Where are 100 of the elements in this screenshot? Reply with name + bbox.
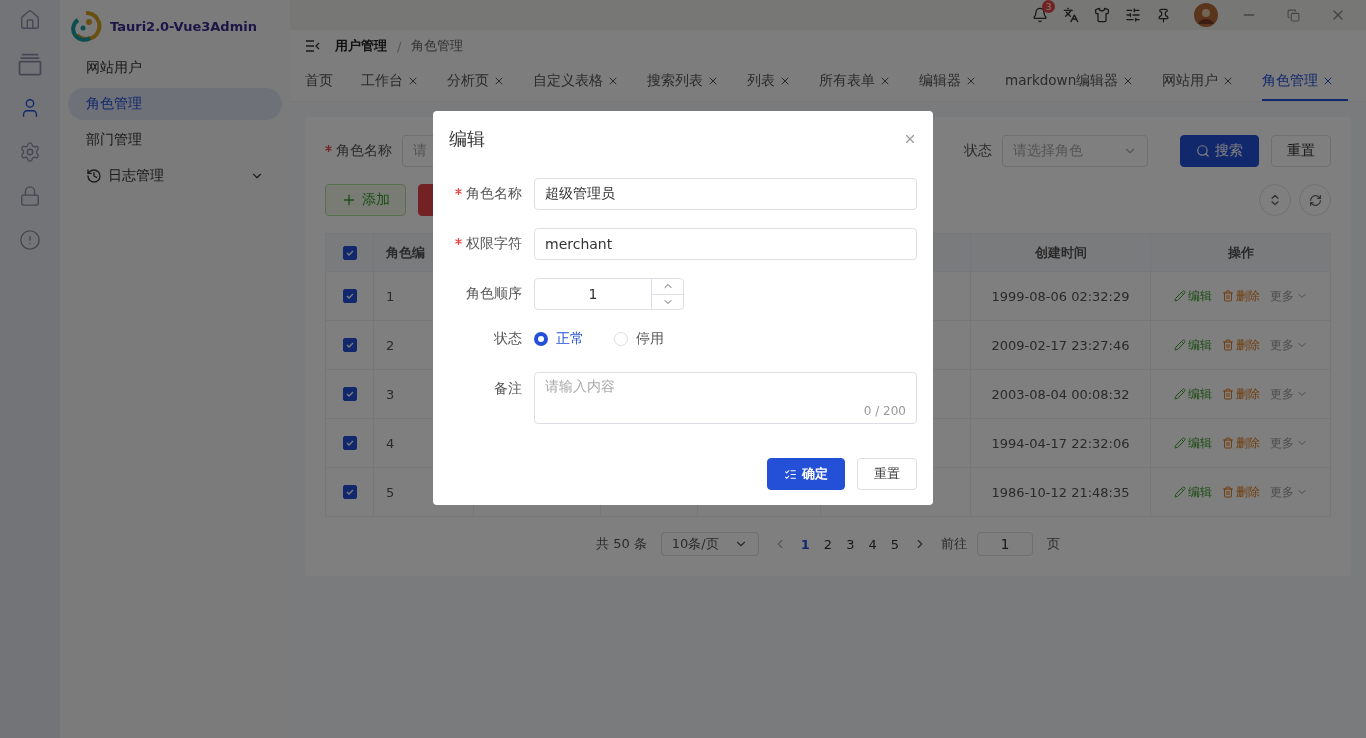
- pencil-icon: [1173, 437, 1186, 449]
- column-header: 操作: [1151, 234, 1331, 272]
- page-number[interactable]: 1: [800, 536, 810, 552]
- row-checkbox[interactable]: [342, 338, 357, 352]
- tab[interactable]: 自定义表格: [533, 62, 633, 101]
- text-input[interactable]: 超级管理员: [534, 178, 917, 210]
- delete-link[interactable]: 删除: [1221, 385, 1260, 403]
- select-all-checkbox[interactable]: [342, 245, 357, 260]
- edit-link[interactable]: 编辑: [1173, 483, 1212, 501]
- row-checkbox[interactable]: [342, 387, 357, 401]
- window-stack-icon[interactable]: [16, 52, 44, 76]
- goto-label: 前往: [941, 535, 967, 553]
- delete-link[interactable]: 删除: [1221, 434, 1260, 452]
- tab[interactable]: markdown编辑器: [1005, 62, 1149, 101]
- tab[interactable]: 编辑器: [919, 62, 991, 101]
- page-input[interactable]: 1: [977, 532, 1033, 556]
- row-checkbox[interactable]: [342, 485, 357, 499]
- tab[interactable]: 搜索列表: [647, 62, 733, 101]
- tab[interactable]: 角色管理: [1262, 62, 1349, 101]
- number-input[interactable]: 1: [534, 278, 684, 310]
- trash-icon: [1221, 339, 1234, 351]
- shirt-icon[interactable]: [1094, 7, 1110, 23]
- edit-link[interactable]: 编辑: [1173, 287, 1212, 305]
- row-checkbox[interactable]: [342, 436, 357, 450]
- total-count: 共 50 条: [596, 535, 647, 553]
- delete-link[interactable]: 删除: [1221, 483, 1260, 501]
- avatar[interactable]: [1194, 3, 1218, 27]
- search-icon: [1196, 144, 1210, 158]
- breadcrumb-separator: /: [397, 38, 402, 54]
- check-icon: [344, 291, 355, 301]
- radio-option[interactable]: 停用: [614, 330, 664, 348]
- table-cell: 1986-10-12 21:48:35: [971, 468, 1151, 517]
- check-icon: [344, 340, 355, 350]
- check-icon: [344, 438, 355, 448]
- page-number[interactable]: 5: [890, 536, 899, 552]
- close-icon[interactable]: [903, 132, 917, 146]
- edit-link[interactable]: 编辑: [1173, 434, 1212, 452]
- table-cell: 1994-04-17 22:32:06: [971, 419, 1151, 468]
- add-button[interactable]: 添加: [325, 184, 406, 216]
- collapse-menu-icon[interactable]: [305, 40, 321, 52]
- tab[interactable]: 首页: [305, 62, 347, 101]
- check-icon: [344, 487, 355, 497]
- delete-link[interactable]: 删除: [1221, 336, 1260, 354]
- pencil-icon: [1173, 290, 1186, 302]
- confirm-button[interactable]: 确定: [767, 458, 845, 490]
- notification-button[interactable]: [1032, 7, 1048, 23]
- field-label: 状态: [964, 142, 993, 160]
- refresh-icon: [1308, 193, 1322, 207]
- pin-icon[interactable]: [1156, 7, 1171, 23]
- table-cell: 2009-02-17 23:27:46: [971, 321, 1151, 370]
- sidebar-item[interactable]: 角色管理: [68, 88, 282, 120]
- app-title: Tauri2.0-Vue3Admin: [110, 18, 257, 34]
- restore-icon[interactable]: [1287, 8, 1300, 22]
- page-label: 页: [1047, 535, 1060, 553]
- settings-sliders-icon[interactable]: [1125, 7, 1141, 23]
- notification-badge: 3: [1042, 0, 1055, 13]
- check-list-icon: [784, 467, 797, 481]
- logo-icon: [70, 10, 102, 42]
- trash-icon: [1221, 437, 1234, 449]
- required-asterisk-icon: [325, 145, 332, 152]
- char-counter: 0 / 200: [863, 404, 906, 418]
- delete-link[interactable]: 删除: [1221, 287, 1260, 305]
- field-label: 备注: [493, 379, 523, 398]
- check-icon: [344, 389, 355, 399]
- page-number[interactable]: 3: [846, 536, 855, 552]
- required-asterisk-icon: [455, 238, 462, 245]
- text-input[interactable]: merchant: [534, 228, 917, 260]
- pencil-icon: [1173, 486, 1186, 498]
- sidebar-item[interactable]: 部门管理: [68, 124, 282, 156]
- table-cell: 1999-08-06 02:32:29: [971, 272, 1151, 321]
- plus-icon: [341, 192, 357, 208]
- sidebar-item[interactable]: 日志管理: [68, 160, 282, 192]
- trash-icon: [1221, 486, 1234, 498]
- column-header: 创建时间: [971, 234, 1151, 272]
- row-checkbox[interactable]: [342, 289, 357, 303]
- tab[interactable]: 所有表单: [819, 62, 905, 101]
- tab[interactable]: 网站用户: [1162, 62, 1249, 101]
- required-asterisk-icon: [455, 188, 462, 195]
- table-cell: 2003-08-04 00:08:32: [971, 370, 1151, 419]
- language-icon[interactable]: [1063, 7, 1079, 23]
- radio-option[interactable]: 正常: [534, 330, 584, 348]
- tab[interactable]: 列表: [747, 62, 805, 101]
- search-button[interactable]: 搜索: [1180, 135, 1259, 167]
- sidebar-item[interactable]: 网站用户: [68, 52, 282, 84]
- page-size-select[interactable]: 10条/页: [660, 532, 759, 556]
- page-number[interactable]: 2: [823, 536, 833, 552]
- page-number[interactable]: 4: [868, 536, 877, 552]
- remark-textarea[interactable]: 请输入内容 0 / 200: [534, 372, 917, 424]
- reset-button[interactable]: 重置: [857, 458, 917, 490]
- trash-icon: [1221, 388, 1234, 400]
- edit-link[interactable]: 编辑: [1173, 385, 1212, 403]
- breadcrumb-item[interactable]: 用户管理: [335, 37, 387, 55]
- edit-link[interactable]: 编辑: [1173, 336, 1212, 354]
- field-label: 状态: [493, 330, 523, 348]
- reset-button[interactable]: 重置: [1271, 135, 1331, 167]
- tab[interactable]: 工作台: [361, 62, 433, 101]
- pencil-icon: [1173, 388, 1186, 400]
- field-label: 角色名称: [449, 185, 534, 203]
- pencil-icon: [1173, 339, 1186, 351]
- tab[interactable]: 分析页: [447, 62, 519, 101]
